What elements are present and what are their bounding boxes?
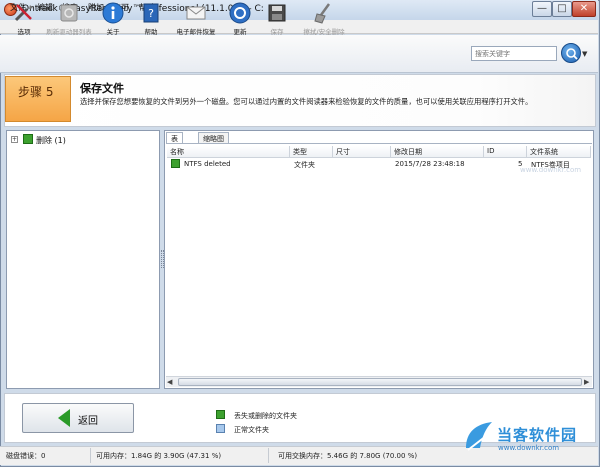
column-type[interactable]: 类型 xyxy=(290,146,333,158)
tree-item-deleted[interactable]: 删除 (1) xyxy=(36,135,66,146)
brand-logo-icon xyxy=(466,422,492,451)
email-icon xyxy=(186,6,206,20)
about-button[interactable]: 关于 xyxy=(97,2,129,38)
column-modified[interactable]: 修改日期 xyxy=(391,146,484,158)
options-button[interactable]: 选项 xyxy=(4,2,44,38)
faint-watermark: www.downkr.com xyxy=(520,166,582,174)
column-filesystem[interactable]: 文件系统 xyxy=(527,146,591,158)
legend-normal: 正常文件夹 xyxy=(234,426,269,434)
column-id[interactable]: ID xyxy=(484,146,527,158)
help-label: 帮助 xyxy=(144,28,158,36)
wipe-label: 擦拭/安全删除 xyxy=(303,28,345,36)
update-button[interactable]: 更新 xyxy=(225,2,255,38)
row-name: NTFS deleted xyxy=(184,160,231,168)
save-label: 保存 xyxy=(270,28,284,36)
brand-watermark: 当客软件园 xyxy=(497,426,578,444)
status-separator xyxy=(268,448,269,463)
tab-divider xyxy=(166,143,592,144)
about-label: 关于 xyxy=(106,28,120,36)
normal-folder-icon xyxy=(216,424,225,433)
deleted-folder-icon xyxy=(216,410,225,419)
save-icon xyxy=(268,4,286,22)
wipe-button[interactable]: 擦拭/安全删除 xyxy=(296,2,352,38)
search-input[interactable] xyxy=(471,46,557,61)
step-badge: 步骤 5 xyxy=(5,76,71,122)
wipe-icon xyxy=(314,3,331,24)
help-button[interactable]: ? 帮助 xyxy=(135,2,167,38)
search-options-dropdown-icon[interactable]: ▼ xyxy=(582,50,587,58)
help-book-icon: ? xyxy=(143,3,159,23)
update-icon xyxy=(229,2,251,24)
close-button[interactable]: ✕ xyxy=(572,1,596,17)
column-size[interactable]: 尺寸 xyxy=(333,146,391,158)
legend-deleted: 丢失或删除的文件夹 xyxy=(234,412,297,420)
email-recovery-button[interactable]: 电子邮件恢复 xyxy=(170,2,222,38)
step-description: 选择并保存您想要恢复的文件到另外一个磁盘。您可以通过内置的文件阅读器来检验恢复的… xyxy=(80,97,533,106)
step-title: 保存文件 xyxy=(80,82,124,95)
status-separator xyxy=(90,448,91,463)
scroll-left-icon[interactable]: ◀ xyxy=(167,378,172,386)
refresh-drive-icon xyxy=(60,4,78,22)
save-button[interactable]: 保存 xyxy=(262,2,292,38)
search-icon xyxy=(566,48,578,60)
svg-text:?: ? xyxy=(148,7,154,20)
maximize-button[interactable]: □ xyxy=(552,1,572,17)
brand-url: www.downkr.com xyxy=(498,444,560,452)
column-name[interactable]: 名称 xyxy=(167,146,290,158)
scrollbar-thumb[interactable] xyxy=(178,378,582,386)
status-memory: 可用内存：1.84G 的 3.90G (47.31 %) xyxy=(96,452,222,460)
search-button[interactable] xyxy=(561,43,581,63)
refresh-drives-label: 刷新驱动器列表 xyxy=(46,28,92,36)
options-label: 选项 xyxy=(17,28,31,36)
row-modified: 2015/7/28 23:48:18 xyxy=(395,160,465,168)
back-label: 返回 xyxy=(78,416,98,427)
deleted-folder-icon xyxy=(171,159,180,168)
tools-icon xyxy=(14,4,33,22)
refresh-drives-button[interactable]: 刷新驱动器列表 xyxy=(44,2,94,38)
minimize-button[interactable]: — xyxy=(532,1,552,17)
deleted-folder-icon xyxy=(23,134,33,144)
info-icon xyxy=(102,2,124,24)
folder-tree[interactable]: + 删除 (1) xyxy=(6,130,160,389)
status-swap: 可用交换内存：5.46G 的 7.80G (70.00 %) xyxy=(278,452,418,460)
email-recovery-label: 电子邮件恢复 xyxy=(176,28,216,36)
tree-expand-icon[interactable]: + xyxy=(11,136,18,143)
back-arrow-icon xyxy=(58,409,70,427)
row-type: 文件夹 xyxy=(294,161,315,169)
update-label: 更新 xyxy=(233,28,247,36)
status-disk-errors: 磁盘错误：0 xyxy=(6,452,46,460)
scroll-right-icon[interactable]: ▶ xyxy=(584,378,589,386)
